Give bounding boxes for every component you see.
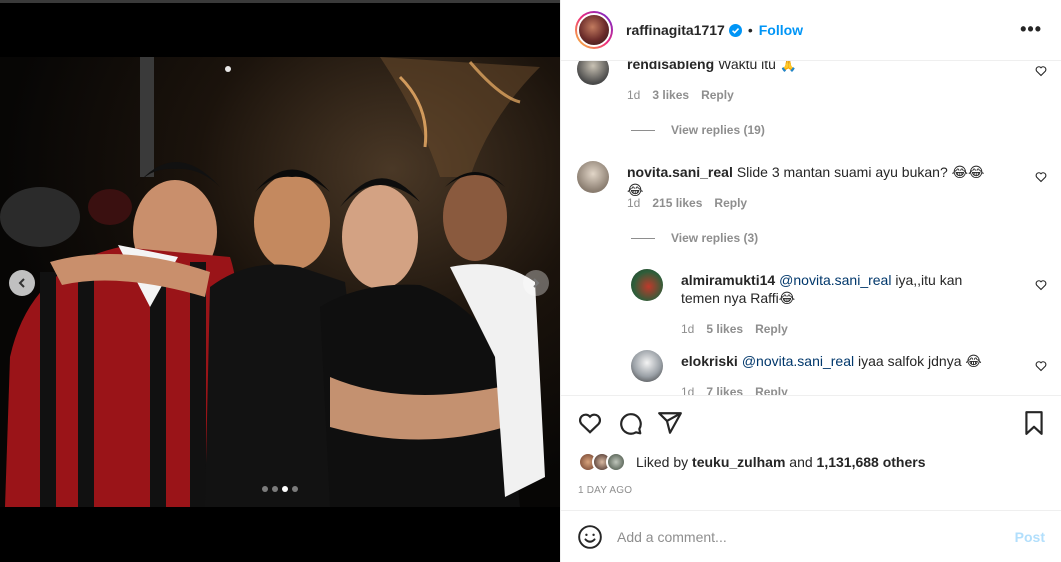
previous-slide-button[interactable] <box>9 270 35 296</box>
chevron-left-icon <box>18 278 25 288</box>
post-media-pane <box>0 0 560 562</box>
author-username[interactable]: raffinagita1717 <box>626 22 725 38</box>
view-replies-label: View replies (19) <box>671 123 765 137</box>
comment-username[interactable]: novita.sani_real <box>627 164 733 180</box>
reply-button[interactable]: Reply <box>701 88 734 102</box>
commenter-avatar[interactable] <box>577 161 609 193</box>
photo-illustration <box>0 57 545 507</box>
comment-likes[interactable]: 7 likes <box>706 385 743 395</box>
post-photo <box>0 57 560 507</box>
liked-by-and: and <box>789 454 813 470</box>
comment-likes[interactable]: 215 likes <box>652 196 702 210</box>
carousel-dot <box>292 486 298 492</box>
comment-input[interactable] <box>617 528 997 545</box>
like-comment-heart-icon[interactable] <box>1035 360 1047 372</box>
comment-time: 1d <box>681 385 695 395</box>
comment-text: novita.sani_real Slide 3 mantan suami ayu… <box>627 163 997 199</box>
comment-meta: 1d 3 likes Reply <box>627 88 734 102</box>
chevron-right-icon <box>533 278 540 288</box>
commenter-avatar[interactable] <box>631 269 663 301</box>
comment-message: Waktu itu 🙏 <box>718 61 798 72</box>
liker-avatar[interactable] <box>606 452 626 472</box>
comment-text: almiramukti14 @novita.sani_real iya,,itu … <box>681 271 1001 307</box>
view-replies-label: View replies (3) <box>671 231 759 245</box>
comment-text: elokriski @novita.sani_real iyaa salfok j… <box>681 352 1001 370</box>
comment-bubble-icon[interactable] <box>617 410 643 436</box>
reply-button[interactable]: Reply <box>714 196 747 210</box>
comment-meta: 1d 5 likes Reply <box>681 322 788 336</box>
comment-text: rendisableng Waktu itu 🙏 <box>627 61 997 73</box>
like-comment-heart-icon[interactable] <box>1035 65 1047 77</box>
likes-summary: Liked by teuku_zulham and 1,131,688 othe… <box>578 452 926 472</box>
like-comment-heart-icon[interactable] <box>1035 279 1047 291</box>
comment-time: 1d <box>681 322 695 336</box>
replies-divider <box>631 129 655 131</box>
carousel-dot <box>262 486 268 492</box>
comment-meta: 1d 215 likes Reply <box>627 196 747 210</box>
liked-by-prefix: Liked by <box>636 454 689 470</box>
author-avatar[interactable] <box>575 11 613 49</box>
comment-username[interactable]: rendisableng <box>627 61 714 72</box>
comment-time: 1d <box>627 88 641 102</box>
commenter-avatar[interactable] <box>577 61 609 85</box>
like-comment-heart-icon[interactable] <box>1035 171 1047 183</box>
liked-by-others[interactable]: 1,131,688 others <box>817 454 926 470</box>
view-replies-button[interactable]: View replies (3) <box>631 231 758 245</box>
liked-by-avatars <box>578 452 628 472</box>
mention-link[interactable]: @novita.sani_real <box>779 272 891 288</box>
view-replies-button[interactable]: View replies (19) <box>631 123 765 137</box>
save-bookmark-icon[interactable] <box>1021 410 1047 436</box>
post-actions: Liked by teuku_zulham and 1,131,688 othe… <box>561 395 1061 510</box>
comment-username[interactable]: elokriski <box>681 353 738 369</box>
like-heart-icon[interactable] <box>577 410 603 436</box>
emoji-smiley-icon[interactable] <box>577 524 603 550</box>
carousel-dot-active <box>282 486 288 492</box>
post-details-pane: raffinagita1717 • Follow ••• rendisablen… <box>560 0 1061 562</box>
follow-button[interactable]: Follow <box>759 22 803 38</box>
carousel-dot <box>272 486 278 492</box>
post-timestamp[interactable]: 1 DAY AGO <box>578 485 632 496</box>
comment-likes[interactable]: 3 likes <box>652 88 689 102</box>
reply-button[interactable]: Reply <box>755 322 788 336</box>
comment-likes[interactable]: 5 likes <box>706 322 743 336</box>
more-options-button[interactable]: ••• <box>1020 20 1042 38</box>
carousel-indicator <box>0 486 560 492</box>
media-top-strip <box>0 0 560 3</box>
comments-list[interactable]: rendisableng Waktu itu 🙏 1d 3 likes Reply… <box>561 61 1061 395</box>
share-send-icon[interactable] <box>657 410 683 436</box>
commenter-avatar[interactable] <box>631 350 663 382</box>
comment-time: 1d <box>627 196 641 210</box>
add-comment-bar: Post <box>561 510 1061 562</box>
comment-meta: 1d 7 likes Reply <box>681 385 788 395</box>
post-header: raffinagita1717 • Follow ••• <box>561 0 1061 61</box>
verified-badge-icon <box>728 23 742 37</box>
liked-by-user[interactable]: teuku_zulham <box>692 454 785 470</box>
comment-username[interactable]: almiramukti14 <box>681 272 775 288</box>
next-slide-button[interactable] <box>523 270 549 296</box>
comment-message: iyaa salfok jdnya 😂 <box>858 353 982 369</box>
post-comment-button[interactable]: Post <box>1015 529 1045 545</box>
mention-link[interactable]: @novita.sani_real <box>742 353 854 369</box>
header-separator: • <box>747 22 753 38</box>
replies-divider <box>631 237 655 239</box>
reply-button[interactable]: Reply <box>755 385 788 395</box>
